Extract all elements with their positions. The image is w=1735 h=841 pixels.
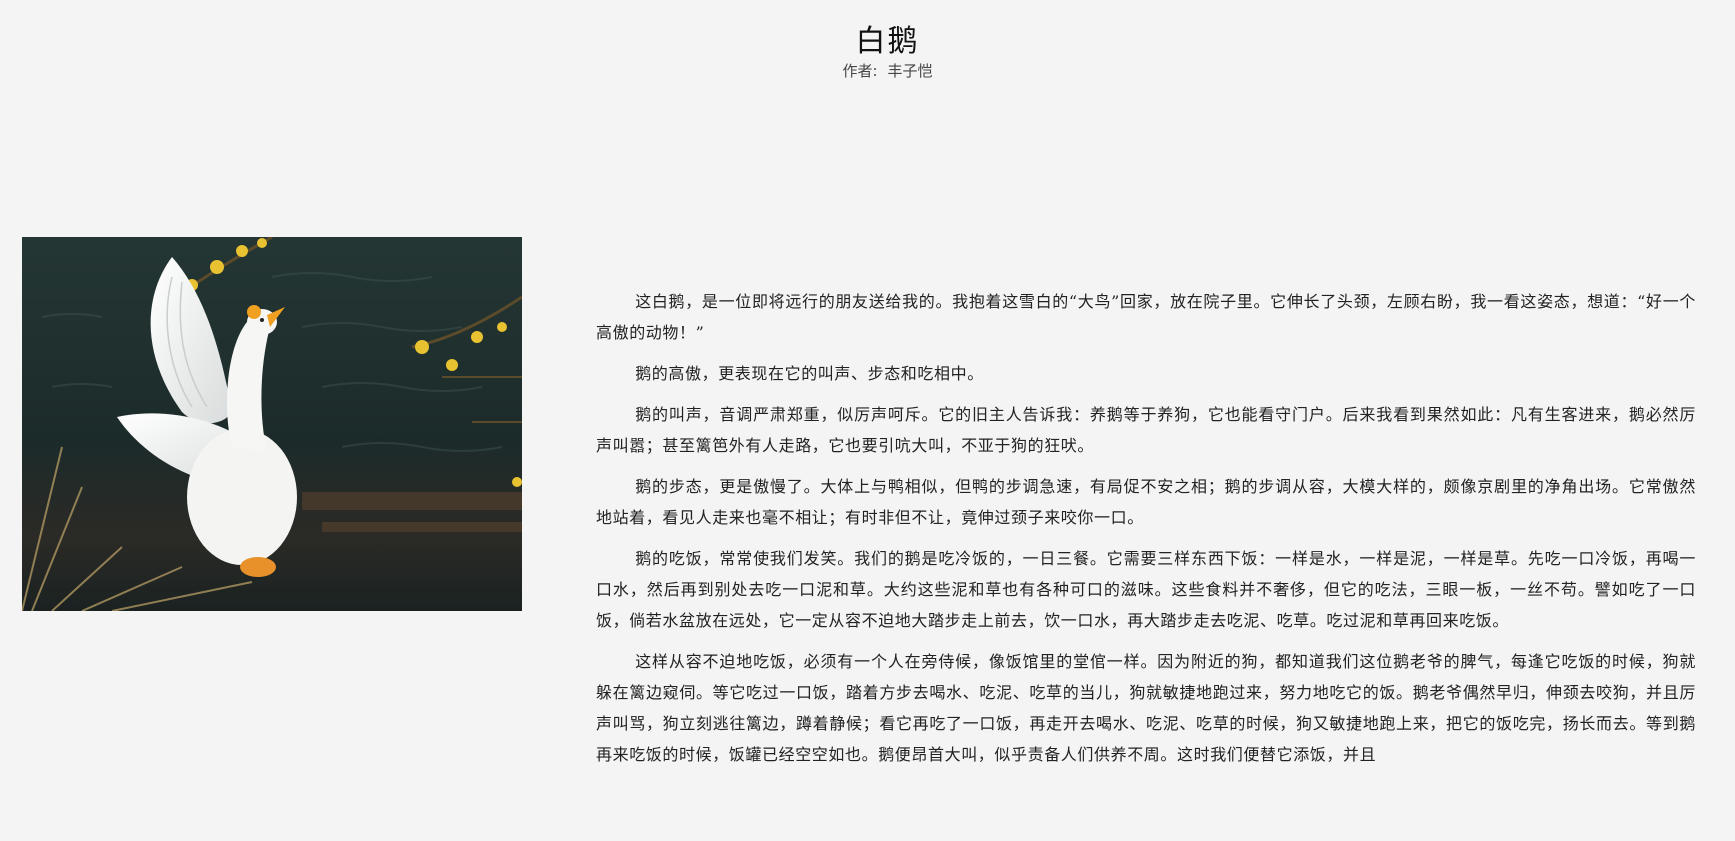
goose-illustration: [22, 237, 522, 611]
paragraph: 鹅的步态，更是傲慢了。大体上与鸭相似，但鸭的步调急速，有局促不安之相；鹅的步调从…: [596, 477, 1696, 527]
paragraph: 鹅的叫声，音调严肃郑重，似厉声呵斥。它的旧主人告诉我：养鹅等于养狗，它也能看守门…: [596, 405, 1696, 455]
paragraph: 鹅的吃饭，常常使我们发笑。我们的鹅是吃冷饭的，一日三餐。它需要三样东西下饭：一样…: [596, 549, 1696, 630]
paragraph: 这白鹅，是一位即将远行的朋友送给我的。我抱着这雪白的“大鸟”回家，放在院子里。它…: [596, 292, 1696, 342]
paragraph: 鹅的高傲，更表现在它的叫声、步态和吃相中。: [635, 364, 984, 383]
article-page: 白鹅 作者: 丰子恺 这白鹅，是一位即将远行的朋友送给我的。我抱着这雪白的“大鸟…: [0, 0, 1735, 841]
article-body: 这白鹅，是一位即将远行的朋友送给我的。我抱着这雪白的“大鸟”回家，放在院子里。它…: [596, 286, 1696, 780]
byline: 作者: 丰子恺: [0, 60, 1735, 81]
author-label: 作者:: [842, 62, 878, 80]
author-name[interactable]: 丰子恺: [888, 62, 933, 80]
paragraph: 这样从容不迫地吃饭，必须有一个人在旁侍候，像饭馆里的堂倌一样。因为附近的狗，都知…: [596, 652, 1696, 764]
goose-photo: [22, 237, 522, 611]
article-title: 白鹅: [855, 24, 920, 59]
